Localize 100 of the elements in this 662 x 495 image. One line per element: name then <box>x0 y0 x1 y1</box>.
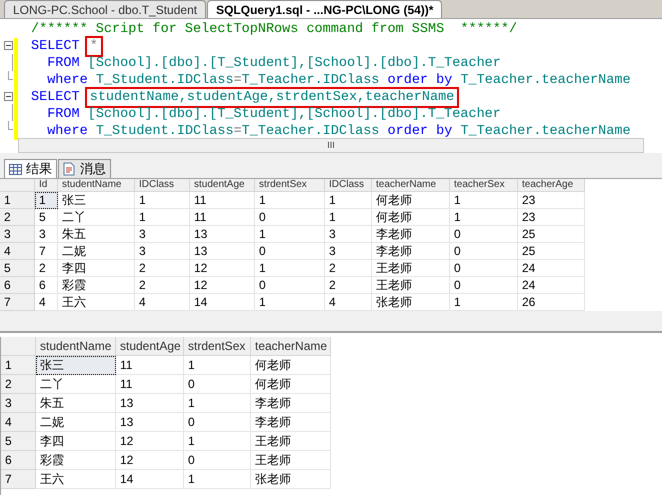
table-cell: 11 <box>116 375 184 394</box>
result-tab[interactable]: 结果 <box>4 159 57 178</box>
table-cell: 23 <box>518 209 585 226</box>
table-cell: 二妮 <box>36 413 116 432</box>
column-header[interactable]: IDClass <box>135 179 190 192</box>
table-cell: 1 <box>255 192 325 209</box>
row-header[interactable]: 6 <box>1 451 36 470</box>
table-cell: 12 <box>116 432 184 451</box>
table-cell: 12 <box>116 451 184 470</box>
table-cell: 24 <box>518 277 585 294</box>
row-header[interactable]: 4 <box>0 243 35 260</box>
table-cell: 彩霞 <box>36 451 116 470</box>
table-cell: 朱五 <box>58 226 135 243</box>
code-line: where T_Student.IDClass=T_Teacher.IDClass order by T_Teacher.teacherName <box>46 72 631 89</box>
table-cell: 张老师 <box>372 294 450 311</box>
table-cell: 1 <box>255 260 325 277</box>
table-cell: 1 <box>255 226 325 243</box>
table-cell: 1 <box>35 192 58 209</box>
table-cell: 何老师 <box>372 209 450 226</box>
row-header[interactable]: 7 <box>0 294 35 311</box>
table-cell: 王老师 <box>251 451 331 470</box>
table-cell: 13 <box>116 413 184 432</box>
table-cell: 0 <box>450 226 518 243</box>
row-header[interactable]: 3 <box>0 226 35 243</box>
table-cell: 2 <box>325 277 372 294</box>
row-header[interactable]: 6 <box>0 277 35 294</box>
row-header[interactable]: 1 <box>0 192 35 209</box>
column-header[interactable]: studentName <box>58 179 135 192</box>
table-cell: 1 <box>450 209 518 226</box>
table-cell: 0 <box>450 277 518 294</box>
grid-corner[interactable] <box>1 337 36 356</box>
splitter-bar[interactable] <box>0 311 662 333</box>
grid-icon <box>9 164 22 174</box>
code-line: SELECT * <box>31 38 631 55</box>
column-header[interactable]: teacherName <box>372 179 450 192</box>
document-tab[interactable]: SQLQuery1.sql - ...NG-PC\LONG (54))* <box>207 0 442 18</box>
column-header[interactable]: strdentSex <box>184 337 251 356</box>
column-header[interactable]: teacherName <box>251 337 331 356</box>
table-cell: 何老师 <box>372 192 450 209</box>
table-cell: 14 <box>190 294 255 311</box>
row-header[interactable]: 5 <box>0 260 35 277</box>
table-cell: 14 <box>116 470 184 489</box>
table-cell: 1 <box>450 294 518 311</box>
table-cell: 12 <box>190 260 255 277</box>
column-header[interactable]: studentAge <box>116 337 184 356</box>
table-cell: 王六 <box>58 294 135 311</box>
table-cell: 3 <box>325 243 372 260</box>
table-cell: 1 <box>325 192 372 209</box>
row-header[interactable]: 5 <box>1 432 36 451</box>
table-cell: 1 <box>184 432 251 451</box>
table-cell: 李老师 <box>251 394 331 413</box>
table-cell: 6 <box>35 277 58 294</box>
document-tab[interactable]: LONG-PC.School - dbo.T_Student <box>4 0 206 18</box>
code-line: where T_Student.IDClass=T_Teacher.IDClass order by T_Teacher.teacherName <box>46 123 631 140</box>
table-cell: 李老师 <box>372 243 450 260</box>
table-cell: 李老师 <box>372 226 450 243</box>
table-cell: 0 <box>255 243 325 260</box>
table-cell: 2 <box>35 260 58 277</box>
table-cell: 张三 <box>36 356 116 375</box>
collapse-icon[interactable] <box>4 92 13 101</box>
table-cell: 李四 <box>36 432 116 451</box>
column-header[interactable]: strdentSex <box>255 179 325 192</box>
grid-corner[interactable] <box>0 179 35 192</box>
scroll-grip[interactable]: III <box>327 138 335 152</box>
table-cell: 王老师 <box>372 260 450 277</box>
column-header[interactable]: IDClass <box>325 179 372 192</box>
row-header[interactable]: 4 <box>1 413 36 432</box>
table-cell: 25 <box>518 226 585 243</box>
table-cell: 何老师 <box>251 375 331 394</box>
table-cell: 1 <box>184 356 251 375</box>
table-cell: 0 <box>184 375 251 394</box>
table-cell: 13 <box>190 243 255 260</box>
table-cell: 李四 <box>58 260 135 277</box>
code-line: FROM [School].[dbo].[T_Student],[School].[dbo].T_Teacher <box>46 106 502 123</box>
collapse-icon[interactable] <box>4 41 13 50</box>
table-cell: 12 <box>190 277 255 294</box>
column-header[interactable]: Id <box>35 179 58 192</box>
row-header[interactable]: 2 <box>1 375 36 394</box>
column-header[interactable]: teacherAge <box>518 179 585 192</box>
row-header[interactable]: 1 <box>1 356 36 375</box>
table-cell: 1 <box>255 294 325 311</box>
row-header[interactable]: 7 <box>1 470 36 489</box>
horizontal-scrollbar[interactable]: III <box>18 138 644 153</box>
row-header[interactable]: 3 <box>1 394 36 413</box>
table-cell: 何老师 <box>251 356 331 375</box>
column-header[interactable]: teacherSex <box>450 179 518 192</box>
table-cell: 1 <box>184 394 251 413</box>
table-cell: 二妮 <box>58 243 135 260</box>
column-header[interactable]: studentName <box>36 337 116 356</box>
table-cell: 彩霞 <box>58 277 135 294</box>
column-header[interactable]: studentAge <box>190 179 255 192</box>
table-cell: 25 <box>518 243 585 260</box>
table-cell: 3 <box>35 226 58 243</box>
table-cell: 0 <box>450 243 518 260</box>
table-cell: 王老师 <box>251 432 331 451</box>
row-header[interactable]: 2 <box>0 209 35 226</box>
table-cell: 3 <box>325 226 372 243</box>
table-cell: 7 <box>35 243 58 260</box>
document-icon <box>63 162 76 176</box>
result-tab[interactable]: 消息 <box>58 159 111 178</box>
